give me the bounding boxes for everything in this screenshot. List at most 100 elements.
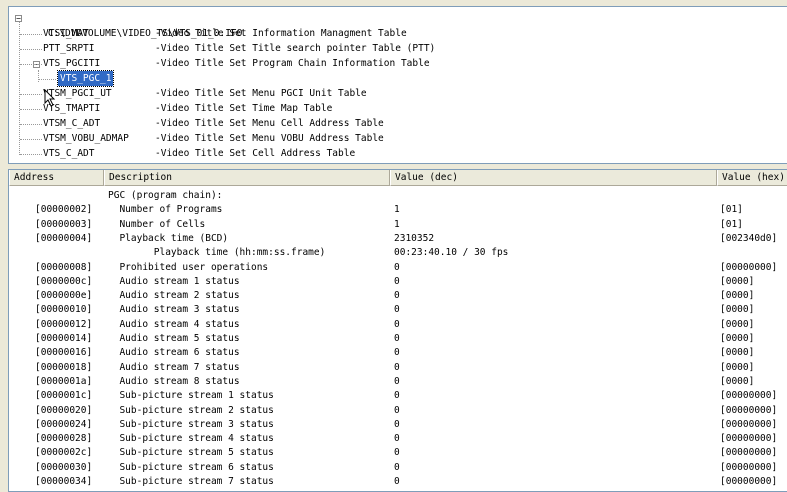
cell-value-hex: [0000] xyxy=(720,347,755,359)
cell-value-dec: 0 xyxy=(394,461,400,473)
cell-value-hex: [00000000] xyxy=(720,390,778,402)
table-row[interactable]: [00000034] Sub-picture stream 7 status 0 [… xyxy=(9,475,787,489)
cell-value-dec: 0 xyxy=(394,418,400,430)
cell-address: [0000000c] xyxy=(35,275,93,287)
cell-address: [00000002] xyxy=(35,204,93,216)
tree-item-description: -Video Title Set Title search pointer Ta… xyxy=(155,43,436,54)
tree-item[interactable]: VTSM_VOBU_ADMAP -Video Title Set Menu VOB… xyxy=(9,131,779,146)
cell-description: Sub-picture stream 2 status xyxy=(108,404,274,416)
tree-item-description: -Video Title Set Cell Address Table xyxy=(155,148,356,159)
table-row[interactable]: [00000028] Sub-picture stream 4 status 0 [… xyxy=(9,432,787,446)
ifo-detail-grid[interactable]: Address Description Value (dec) Value (h… xyxy=(8,169,787,492)
cell-value-dec: 0 xyxy=(394,333,400,344)
cell-address: [00000008] xyxy=(35,261,93,273)
tree-item-name[interactable]: VTS_C_ADT xyxy=(43,146,94,161)
table-row[interactable]: [00000018] Audio stream 7 status 0 [0000] xyxy=(9,361,787,375)
tree-root[interactable]: C:\DVDVOLUME\VIDEO_TS\VTS_01_0.IFO xyxy=(25,11,242,39)
cell-address: [00000003] xyxy=(35,218,93,230)
table-row[interactable]: [00000030] Sub-picture stream 6 status 0 [… xyxy=(9,461,787,475)
table-row[interactable]: PGC (program chain): xyxy=(9,189,787,203)
tree-item[interactable]: VTS_PGC_1 xyxy=(9,70,779,87)
tree-item-name[interactable]: VTSI_MAT xyxy=(43,26,89,41)
cell-description: Audio stream 6 status xyxy=(108,347,240,359)
column-header-value-dec[interactable]: Value (dec) xyxy=(390,170,717,186)
tree-item[interactable]: VTS_TMAPTI -Video Title Set Time Map Tabl… xyxy=(9,101,779,116)
tree-connector xyxy=(20,139,42,140)
column-header-description[interactable]: Description xyxy=(104,170,390,186)
cell-value-hex: [00000000] xyxy=(720,476,778,487)
grid-header: Address Description Value (dec) Value (h… xyxy=(9,170,787,186)
root-collapse-icon[interactable]: − xyxy=(15,15,22,23)
cell-description: Audio stream 3 status xyxy=(108,304,240,316)
cell-description: Sub-picture stream 6 status xyxy=(108,461,274,473)
cell-address: [00000034] xyxy=(35,476,93,487)
cell-description: Audio stream 1 status xyxy=(108,275,240,287)
cell-address: [0000001a] xyxy=(35,375,93,387)
table-row[interactable]: [00000004] Playback time (BCD) 2310352 [00… xyxy=(9,232,787,246)
tree-item[interactable]: VTS_PGCITI -Video Title Set Program Chain… xyxy=(9,56,779,71)
table-row[interactable]: [00000014] Audio stream 5 status 0 [0000] xyxy=(9,332,787,346)
cell-description: Playback time (BCD) xyxy=(108,232,229,244)
tree-connector xyxy=(20,34,42,35)
cell-value-hex: [01] xyxy=(720,204,743,216)
table-row[interactable]: [0000001c] Sub-picture stream 1 status 0 [… xyxy=(9,389,787,403)
cell-description: Number of Cells xyxy=(108,218,206,230)
tree-item[interactable]: PTT_SRPTI -Video Title Set Title search p… xyxy=(9,41,779,56)
tree-item-name[interactable]: VTSM_VOBU_ADMAP xyxy=(43,131,129,146)
table-row[interactable]: [00000003] Number of Cells 1 [01] xyxy=(9,218,787,232)
table-row[interactable]: [00000008] Prohibited user operations 0 [0… xyxy=(9,261,787,275)
table-row[interactable]: [00000024] Sub-picture stream 3 status 0 [… xyxy=(9,418,787,432)
table-row[interactable]: [0000000e] Audio stream 2 status 0 [0000] xyxy=(9,289,787,303)
table-row[interactable]: [0000001a] Audio stream 8 status 0 [0000] xyxy=(9,375,787,389)
column-header-address[interactable]: Address xyxy=(9,170,104,186)
tree-item[interactable]: VTS_C_ADT -Video Title Set Cell Address T… xyxy=(9,146,779,161)
cell-value-hex: [0000] xyxy=(720,333,755,344)
cell-value-dec: 0 xyxy=(394,404,400,416)
ifo-tree-view[interactable]: − C:\DVDVOLUME\VIDEO_TS\VTS_01_0.IFO − V… xyxy=(8,6,787,164)
cell-address: [00000012] xyxy=(35,318,93,330)
cell-value-dec: 0 xyxy=(394,447,400,459)
tree-item-description: -Video Title Set Menu PGCI Unit Table xyxy=(155,88,367,99)
cell-description: Prohibited user operations xyxy=(108,261,269,273)
cell-address: [00000030] xyxy=(35,461,93,473)
tree-item-name[interactable]: VTSM_C_ADT xyxy=(43,116,100,131)
tree-item-name[interactable]: VTS_PGC_1 xyxy=(56,70,115,87)
cell-value-hex: [0000] xyxy=(720,318,755,330)
cell-value-hex: [0000] xyxy=(720,361,755,373)
tree-item-name[interactable]: VTS_PGCITI xyxy=(43,56,100,71)
cell-value-hex: [0000] xyxy=(720,275,755,287)
tree-connector xyxy=(20,64,42,65)
table-row[interactable]: [0000002c] Sub-picture stream 5 status 0 [… xyxy=(9,446,787,460)
cell-description: Sub-picture stream 7 status xyxy=(108,476,274,487)
tree-item-name[interactable]: PTT_SRPTI xyxy=(43,41,94,56)
tree-connector xyxy=(20,154,42,155)
tree-item[interactable]: VTSI_MAT -Video Title Set Information Man… xyxy=(9,26,779,41)
cell-value-dec: 0 xyxy=(394,390,400,402)
table-row[interactable]: [0000000c] Audio stream 1 status 0 [0000] xyxy=(9,275,787,289)
cell-value-dec: 2310352 xyxy=(394,232,435,244)
table-row[interactable]: [00000010] Audio stream 3 status 0 [0000] xyxy=(9,303,787,317)
cell-description: Audio stream 5 status xyxy=(108,333,240,344)
table-row[interactable]: Playback time (hh:mm:ss.frame) 00:23:40.1… xyxy=(9,246,787,260)
cell-value-dec: 1 xyxy=(394,218,400,230)
cell-value-dec: 0 xyxy=(394,318,400,330)
cell-address: [00000004] xyxy=(35,232,93,244)
cell-address: [0000001c] xyxy=(35,390,93,402)
cell-address: [00000028] xyxy=(35,433,93,445)
cell-description: Sub-picture stream 1 status xyxy=(108,390,274,402)
table-row[interactable]: [00000020] Sub-picture stream 2 status 0 [… xyxy=(9,404,787,418)
tree-item[interactable]: VTSM_PGCI_UT -Video Title Set Menu PGCI U… xyxy=(9,86,779,101)
table-row[interactable]: [00000012] Audio stream 4 status 0 [0000] xyxy=(9,318,787,332)
cell-value-hex: [00000000] xyxy=(720,461,778,473)
column-header-value-hex[interactable]: Value (hex) xyxy=(717,170,787,186)
mouse-pointer-icon xyxy=(44,89,56,107)
cell-address: [00000024] xyxy=(35,418,93,430)
table-row[interactable]: [00000016] Audio stream 6 status 0 [0000] xyxy=(9,346,787,360)
tree-item[interactable]: VTSM_C_ADT -Video Title Set Menu Cell Add… xyxy=(9,116,779,131)
cell-description: Playback time (hh:mm:ss.frame) xyxy=(108,247,326,259)
cell-value-dec: 0 xyxy=(394,375,400,387)
tree-connector xyxy=(20,124,42,125)
cell-value-hex: [00000000] xyxy=(720,261,778,273)
cell-value-dec: 0 xyxy=(394,347,400,359)
table-row[interactable]: [00000002] Number of Programs 1 [01] xyxy=(9,203,787,217)
